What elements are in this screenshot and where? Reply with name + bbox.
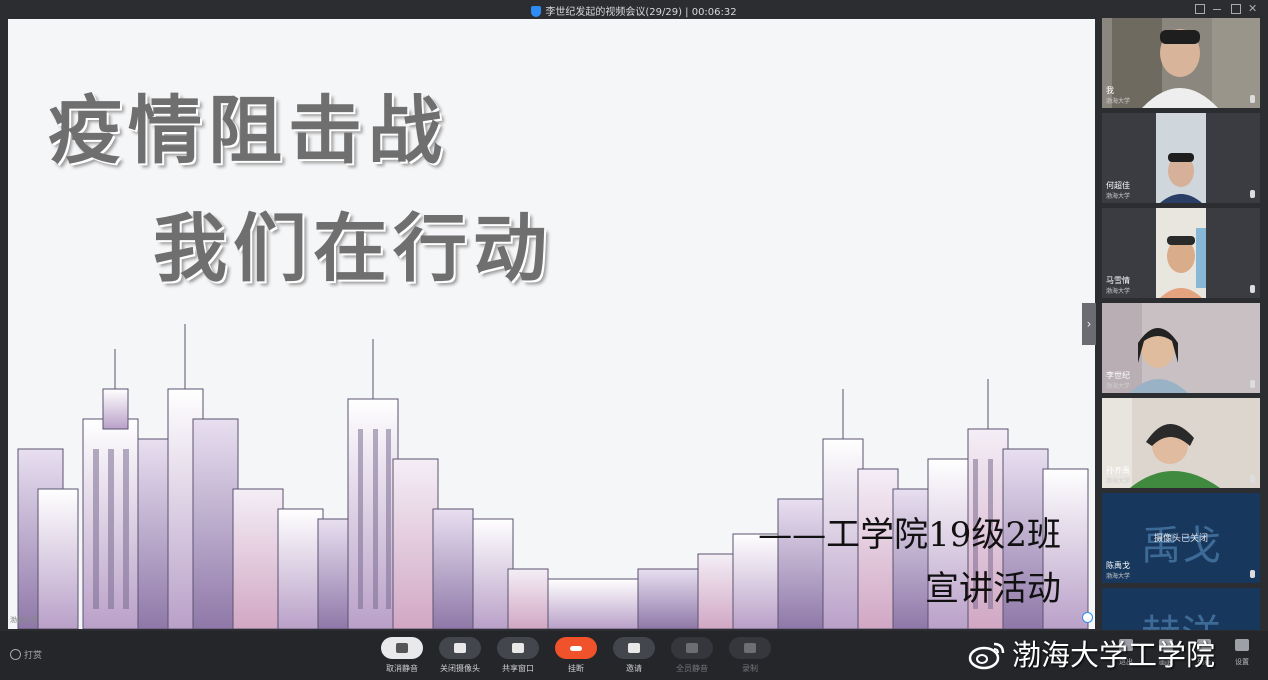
avatar-text: 赫洋 — [1102, 602, 1260, 630]
title-bar: 李世纪发起的视频会议(29/29) | 00:06:32 ✕ — [0, 0, 1268, 18]
share-window-button[interactable]: 共享窗口 — [489, 637, 547, 674]
participant-name: 马雪情 — [1106, 276, 1130, 285]
mic-icon — [1250, 570, 1255, 578]
headline-line-2: 我们在行动 — [153, 206, 553, 292]
mic-icon — [1250, 95, 1255, 103]
participant-org: 渤海大学 — [1106, 573, 1131, 580]
participant-list: 我 渤海大学 何超佳 渤海大学 马雪情 渤海大学 李世纪 渤海大学 孙齐禹 渤海… — [1100, 18, 1262, 630]
camera-icon — [454, 643, 466, 653]
shield-icon — [531, 6, 542, 17]
add-user-icon — [628, 643, 640, 653]
participant-tile[interactable]: 孙齐禹 渤海大学 — [1102, 398, 1260, 488]
mute-all-icon — [686, 643, 698, 653]
invite-button[interactable]: 邀请 — [605, 637, 663, 674]
participant-name: 李世纪 — [1106, 371, 1130, 380]
mic-icon — [1250, 190, 1255, 198]
headline-line-1: 疫情阻击战 — [48, 88, 448, 174]
mic-icon — [1250, 285, 1255, 293]
participant-org: 渤海大学 — [1106, 98, 1131, 105]
mic-icon — [1250, 380, 1255, 388]
reward-button[interactable]: 打赏 — [10, 648, 42, 661]
minimize-icon[interactable] — [1212, 3, 1224, 15]
credit-line-1: ——工学院19级2班 — [758, 515, 1061, 555]
participant-tile[interactable]: 李世纪 渤海大学 — [1102, 303, 1260, 393]
watermark: 渤海大学工学院 — [968, 632, 1215, 674]
participant-name: 陈禹戈 — [1106, 561, 1130, 570]
mute-all-button[interactable]: 全员静音 — [663, 637, 721, 674]
record-button[interactable]: 录制 — [721, 637, 779, 674]
mic-icon — [1250, 475, 1255, 483]
microphone-icon — [396, 643, 408, 653]
participant-org: 渤海大学 — [1106, 288, 1131, 295]
unmute-button[interactable]: 取消静音 — [373, 637, 431, 674]
participant-org: 渤海大学 — [1106, 193, 1131, 200]
participant-name: 何超佳 — [1106, 181, 1130, 190]
participant-name: 我 — [1106, 86, 1114, 95]
collapse-panel-button[interactable]: › — [1082, 303, 1096, 345]
chat-bubble-icon[interactable] — [1082, 612, 1093, 623]
phone-hangup-icon — [570, 646, 582, 651]
participant-tile[interactable]: 马雪情 渤海大学 — [1102, 208, 1260, 298]
close-icon[interactable]: ✕ — [1248, 3, 1260, 15]
mini-label: 渤海大学 — [10, 616, 38, 624]
camera-toggle-button[interactable]: 关闭摄像头 — [431, 637, 489, 674]
hangup-button[interactable]: 挂断 — [547, 637, 605, 674]
participant-org: 渤海大学 — [1106, 383, 1131, 390]
shared-screen: 疫情阻击战 我们在行动 ——工学院19级2班 宣讲活动 渤海大学 — [8, 19, 1095, 629]
credit-line-2: 宣讲活动 — [925, 569, 1061, 609]
weibo-logo-icon — [968, 642, 1005, 670]
gear-icon — [1235, 639, 1249, 651]
settings-button[interactable]: 设置 — [1222, 639, 1262, 667]
participant-tile[interactable]: 赫洋 — [1102, 588, 1260, 630]
camera-off-label: 摄像头已关闭 — [1153, 534, 1208, 544]
participant-name: 孙齐禹 — [1106, 466, 1130, 475]
reward-icon — [10, 649, 21, 660]
participant-tile[interactable]: 何超佳 渤海大学 — [1102, 113, 1260, 203]
record-icon — [744, 643, 756, 653]
maximize-icon[interactable] — [1230, 3, 1242, 15]
participant-tile[interactable]: 禹戈 摄像头已关闭 陈禹戈 渤海大学 — [1102, 493, 1260, 583]
share-screen-icon — [512, 643, 524, 653]
pip-icon[interactable] — [1194, 3, 1206, 15]
participant-org: 渤海大学 — [1106, 478, 1131, 485]
video-feed — [1102, 18, 1260, 108]
participant-tile[interactable]: 我 渤海大学 — [1102, 18, 1260, 108]
window-title: 李世纪发起的视频会议(29/29) | 00:06:32 — [0, 3, 1268, 18]
